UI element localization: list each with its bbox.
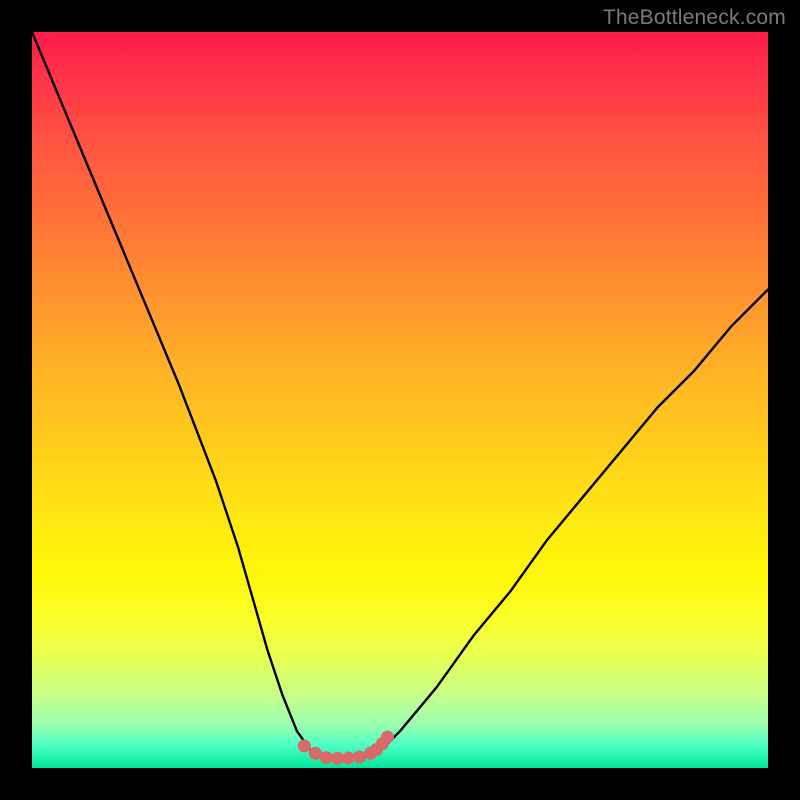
marker-dot bbox=[353, 750, 366, 763]
marker-dot bbox=[320, 751, 333, 764]
chart-frame: TheBottleneck.com bbox=[0, 0, 800, 800]
watermark-text: TheBottleneck.com bbox=[603, 6, 786, 30]
marker-dot bbox=[331, 752, 344, 765]
chart-svg bbox=[32, 32, 768, 768]
plot-area bbox=[32, 32, 768, 768]
bottleneck-curve bbox=[32, 32, 768, 759]
flat-region-dots bbox=[298, 731, 394, 765]
marker-dot bbox=[342, 752, 355, 765]
marker-dot bbox=[298, 739, 311, 752]
marker-dot bbox=[381, 731, 394, 744]
